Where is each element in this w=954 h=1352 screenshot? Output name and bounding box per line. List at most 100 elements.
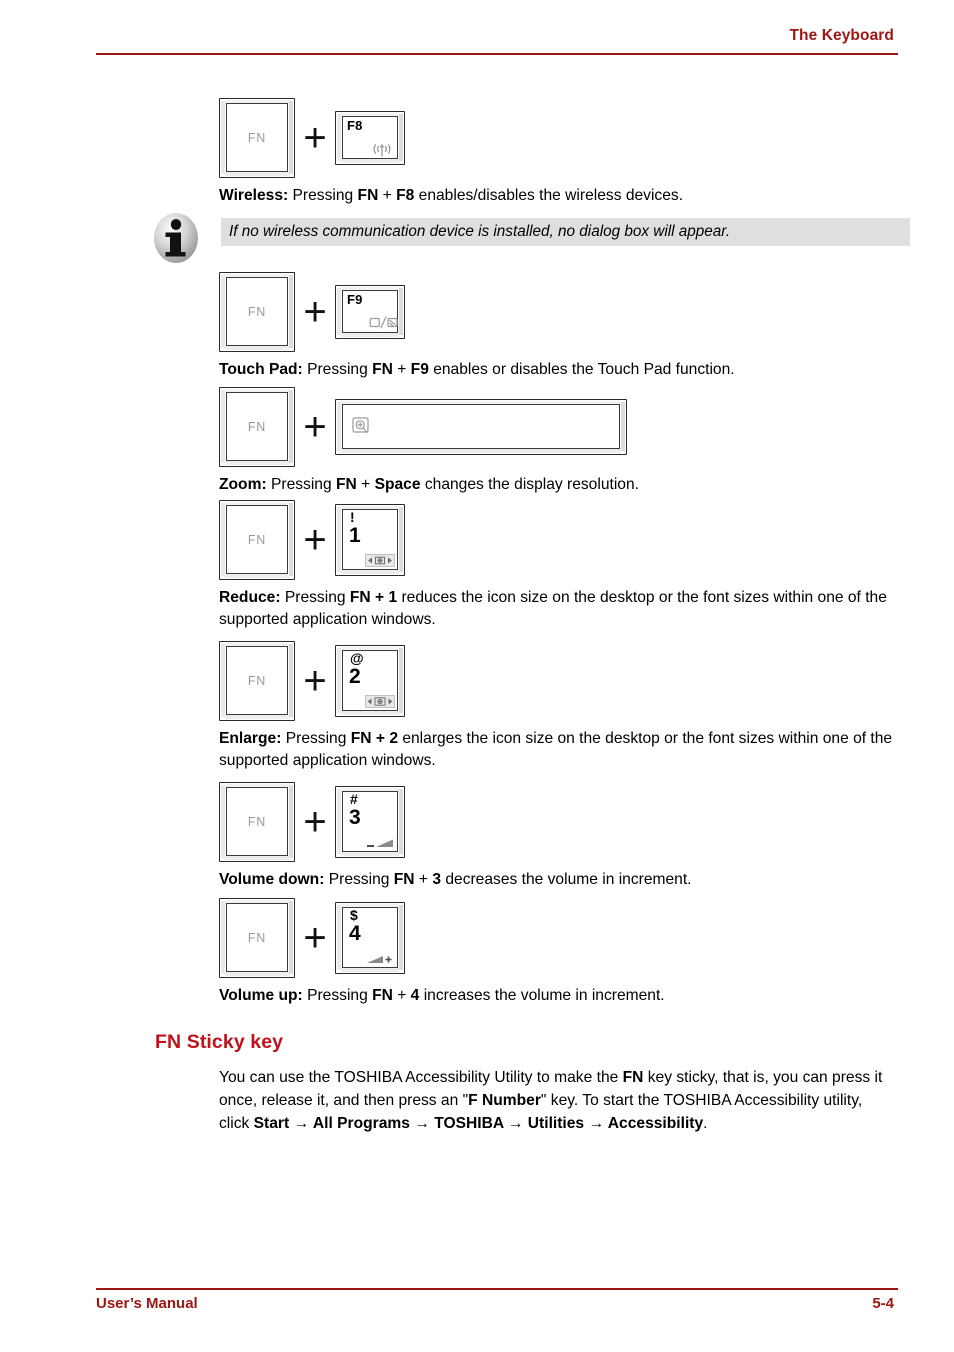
caption-plus: + bbox=[378, 187, 397, 204]
key-digit-label: 4 bbox=[349, 922, 361, 945]
caption-key-fn: FN bbox=[372, 361, 393, 378]
caption-key-second: 1 bbox=[388, 589, 398, 606]
caption-key-second: 3 bbox=[432, 871, 442, 888]
fn-key-graphic: FN bbox=[219, 898, 295, 978]
key-combo-graphic: FN + F9 bbox=[219, 270, 899, 354]
caption-text: Pressing bbox=[281, 730, 351, 747]
arrow-icon: → bbox=[409, 1115, 435, 1132]
caption-lead: Reduce: bbox=[219, 589, 281, 606]
key-combo-graphic: FN + bbox=[219, 385, 899, 469]
plus-symbol: + bbox=[303, 800, 327, 844]
f9-key-graphic: F9 bbox=[335, 285, 405, 339]
shortcut-wireless: FN + F8 Wireless: Pressing FN + F8 enabl… bbox=[219, 96, 899, 207]
section-heading-fn-sticky-key: FN Sticky key bbox=[155, 1031, 284, 1053]
caption-zoom: Zoom: Pressing FN + Space changes the di… bbox=[219, 474, 899, 496]
caption-lead: Volume down: bbox=[219, 871, 325, 888]
f9-key-label: F9 bbox=[347, 292, 363, 307]
caption-text: Pressing bbox=[324, 871, 394, 888]
fn-key-graphic: FN bbox=[219, 272, 295, 352]
key-combo-graphic: FN + ! 1 bbox=[219, 498, 899, 582]
volume-down-icon bbox=[365, 836, 395, 849]
caption-tail: increases the volume in increment. bbox=[419, 987, 665, 1004]
menu-path-start: Start bbox=[253, 1115, 290, 1132]
shortcut-zoom: FN + Zoom: Pressing FN + Space changes t… bbox=[219, 385, 899, 496]
caption-lead: Volume up: bbox=[219, 987, 303, 1004]
header-title: The Keyboard bbox=[789, 27, 894, 44]
fn-key-label: FN bbox=[247, 533, 267, 547]
key-digit-label: 3 bbox=[349, 806, 361, 829]
caption-key-fn: FN bbox=[350, 730, 372, 747]
inline-key-fnumber: F Number bbox=[468, 1092, 541, 1109]
caption-key-fn: FN bbox=[393, 871, 415, 888]
section-text: You can use the TOSHIBA Accessibility Ut… bbox=[219, 1069, 623, 1086]
section-body-fn-sticky-key: You can use the TOSHIBA Accessibility Ut… bbox=[219, 1066, 895, 1135]
number-key-2-graphic: @ 2 bbox=[335, 645, 405, 717]
footer-divider bbox=[96, 1288, 898, 1290]
caption-plus: + bbox=[370, 589, 389, 606]
caption-key-second: F8 bbox=[396, 187, 415, 204]
reduce-icon bbox=[365, 554, 395, 567]
caption-plus: + bbox=[392, 987, 411, 1004]
menu-path-toshiba: TOSHIBA bbox=[434, 1115, 504, 1132]
caption-lead: Touch Pad: bbox=[219, 361, 303, 378]
fn-key-graphic: FN bbox=[219, 782, 295, 862]
shortcut-volume-down: FN + # 3 Volume down: Pressing FN + 3 de… bbox=[219, 780, 899, 891]
section-text: . bbox=[703, 1115, 708, 1132]
caption-key-fn: FN bbox=[372, 987, 393, 1004]
caption-tail: enables or disables the Touch Pad functi… bbox=[428, 361, 735, 378]
key-combo-graphic: FN + F8 bbox=[219, 96, 899, 180]
caption-volume-down: Volume down: Pressing FN + 3 decreases t… bbox=[219, 869, 899, 891]
key-shift-symbol: ! bbox=[350, 509, 355, 525]
caption-plus: + bbox=[392, 361, 411, 378]
key-digit-label: 2 bbox=[349, 665, 361, 688]
caption-key-fn: FN bbox=[349, 589, 371, 606]
fn-key-label: FN bbox=[247, 420, 267, 434]
caption-reduce: Reduce: Pressing FN + 1 reduces the icon… bbox=[219, 587, 899, 630]
touchpad-toggle-icon bbox=[369, 315, 398, 332]
caption-key-second: F9 bbox=[410, 361, 429, 378]
caption-touchpad: Touch Pad: Pressing FN + F9 enables or d… bbox=[219, 359, 899, 381]
fn-key-graphic: FN bbox=[219, 387, 295, 467]
caption-tail: enables/disables the wireless devices. bbox=[414, 187, 684, 204]
volume-up-icon bbox=[365, 952, 395, 965]
caption-lead: Wireless: bbox=[219, 187, 289, 204]
number-key-3-graphic: # 3 bbox=[335, 786, 405, 858]
fn-key-label: FN bbox=[247, 131, 267, 145]
caption-lead: Enlarge: bbox=[219, 730, 282, 747]
space-key-graphic bbox=[335, 399, 627, 455]
caption-key-second: 2 bbox=[389, 730, 398, 747]
key-shift-symbol: $ bbox=[350, 907, 358, 923]
fn-key-graphic: FN bbox=[219, 500, 295, 580]
caption-text: Pressing bbox=[266, 476, 336, 493]
caption-wireless: Wireless: Pressing FN + F8 enables/disab… bbox=[219, 185, 899, 207]
key-combo-graphic: FN + # 3 bbox=[219, 780, 899, 864]
plus-symbol: + bbox=[303, 659, 327, 703]
plus-symbol: + bbox=[303, 116, 327, 160]
f8-key-graphic: F8 bbox=[335, 111, 405, 165]
caption-text: Pressing bbox=[302, 361, 373, 378]
fn-key-label: FN bbox=[247, 815, 267, 829]
fn-key-graphic: FN bbox=[219, 641, 295, 721]
key-shift-symbol: # bbox=[350, 791, 358, 807]
key-combo-graphic: FN + @ 2 bbox=[219, 639, 899, 723]
caption-text: Pressing bbox=[280, 589, 350, 606]
fn-key-label: FN bbox=[247, 305, 267, 319]
key-combo-graphic: FN + $ 4 bbox=[219, 896, 899, 980]
manual-page: The Keyboard FN + F8 Wireless: Pressing … bbox=[0, 0, 954, 1352]
caption-key-second: Space bbox=[374, 476, 421, 493]
caption-key-fn: FN bbox=[335, 476, 357, 493]
shortcut-enlarge: FN + @ 2 Enlarge: Pressing FN + 2 enlarg… bbox=[219, 639, 899, 771]
enlarge-icon bbox=[365, 695, 395, 708]
footer-manual-label: User’s Manual bbox=[96, 1295, 198, 1312]
header-divider bbox=[96, 53, 898, 55]
plus-symbol: + bbox=[303, 405, 327, 449]
menu-path-utilities: Utilities bbox=[527, 1115, 585, 1132]
plus-symbol: + bbox=[303, 916, 327, 960]
caption-text: Pressing bbox=[302, 987, 373, 1004]
menu-path-accessibility: Accessibility bbox=[607, 1115, 704, 1132]
key-digit-label: 1 bbox=[349, 524, 361, 547]
shortcut-reduce: FN + ! 1 Reduce: Pressing FN + 1 reduces… bbox=[219, 498, 899, 630]
plus-symbol: + bbox=[303, 290, 327, 334]
number-key-4-graphic: $ 4 bbox=[335, 902, 405, 974]
caption-tail: changes the display resolution. bbox=[420, 476, 639, 493]
